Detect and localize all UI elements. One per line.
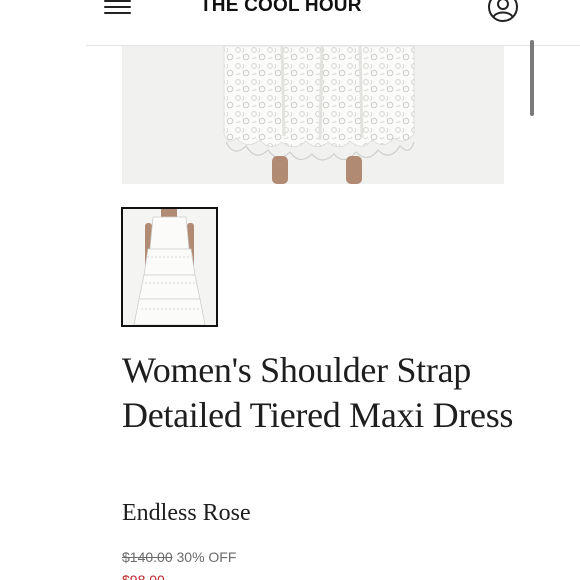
hamburger-menu-icon-line [104,12,131,14]
price-row: $140.00 30% OFF [122,548,236,566]
dress-thumbnail-image [123,209,216,325]
product-title: Women's Shoulder Strap Detailed Tiered M… [122,350,514,435]
menu-button[interactable] [104,0,132,14]
site-header: THE COOL HOUR [0,0,580,46]
scrollbar-thumb[interactable] [530,40,534,116]
product-main-image[interactable] [122,46,504,184]
product-brand-link[interactable]: Endless Rose [122,498,251,528]
discount-label: 30% OFF [176,549,237,565]
hamburger-menu-icon-line [104,6,131,8]
product-thumbnail[interactable] [121,207,218,327]
site-logo[interactable]: THE COOL HOUR [200,0,430,17]
dress-lace-image [223,46,415,184]
original-price: $140.00 [122,549,173,565]
user-account-icon [488,0,518,22]
hamburger-menu-icon [104,0,131,2]
account-button[interactable] [486,0,520,22]
sale-price: $98.00 [122,572,165,580]
